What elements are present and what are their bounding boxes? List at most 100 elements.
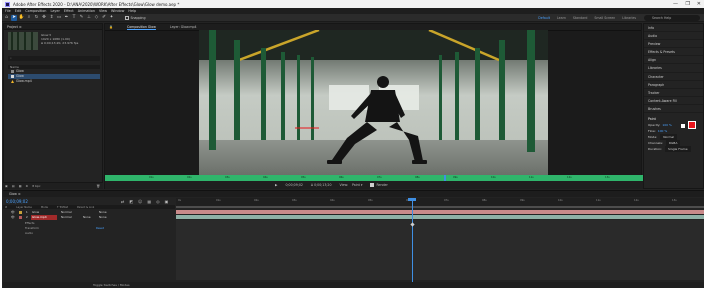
col-parent[interactable]: Parent & Link	[77, 206, 94, 209]
layer-bar-glow[interactable]	[176, 210, 704, 214]
panel-audio[interactable]: Audio	[644, 32, 703, 41]
trash-icon[interactable]: 🗑	[96, 184, 100, 188]
layer-bar-glow-mp4[interactable]	[176, 215, 704, 219]
layer-row-selected[interactable]: 👁 2 Glow.mp4 Normal None None	[3, 215, 175, 220]
transform-reset-link[interactable]: Reset	[96, 226, 104, 230]
view-dropdown[interactable]: Paint ▾	[352, 183, 363, 187]
panel-character[interactable]: Character	[644, 73, 703, 81]
layer-property-audio[interactable]: Audio	[25, 231, 33, 235]
menu-window[interactable]: Window	[111, 9, 124, 13]
home-icon[interactable]: ⌂	[4, 15, 10, 21]
pen-tool-icon[interactable]: ✒	[64, 15, 70, 21]
tab-composition[interactable]: Composition Glow	[126, 25, 156, 30]
orbit-camera-icon[interactable]: ↻	[34, 15, 40, 21]
comp-mini-flowchart-icon[interactable]: ⇄	[121, 199, 124, 204]
paint-duration-dropdown[interactable]: Single Frame	[665, 146, 691, 152]
snapping-checkbox[interactable]	[124, 15, 129, 20]
layer-parent-dropdown[interactable]: None	[99, 215, 107, 220]
menu-composition[interactable]: Composition	[25, 9, 46, 13]
workspace-small-screen[interactable]: Small Screen	[594, 16, 615, 20]
menu-view[interactable]: View	[99, 9, 107, 13]
workspace-libraries[interactable]: Libraries	[622, 16, 636, 20]
panel-preview[interactable]: Preview	[644, 40, 703, 49]
col-mode[interactable]: Mode	[41, 206, 48, 209]
layer-property-transform[interactable]: Transform	[25, 226, 39, 230]
playhead-line[interactable]	[412, 198, 413, 288]
panel-content-aware-fill[interactable]: Content-Aware Fill	[644, 97, 703, 105]
panel-tracker[interactable]: Tracker	[644, 89, 703, 97]
project-item[interactable]: Glow.mp4	[8, 79, 100, 84]
background-color-swatch[interactable]	[681, 124, 685, 128]
workspace-default[interactable]: Default	[538, 16, 550, 20]
foreground-color-swatch[interactable]	[688, 121, 696, 129]
play-button[interactable]: ▶	[275, 183, 277, 187]
panel-paragraph[interactable]: Paragraph	[644, 81, 703, 89]
close-button[interactable]: ✕	[697, 0, 701, 8]
panel-effects-presets[interactable]: Effects & Presets	[644, 48, 703, 57]
timeline-ruler[interactable]: 0s 01s 02s 03s 04s 05s 06s 07s 08s 09s 1…	[176, 198, 704, 206]
selection-tool-icon[interactable]: ➤	[11, 14, 17, 21]
ruler-tick: 11s	[596, 199, 601, 202]
project-search-input[interactable]: ⌕	[8, 56, 100, 61]
ruler-tick: 04s	[330, 199, 335, 202]
maximize-button[interactable]: ❐	[686, 0, 690, 8]
panel-align[interactable]: Align	[644, 56, 703, 65]
menu-effect[interactable]: Effect	[64, 9, 74, 13]
ruler-tick: 11s	[529, 176, 534, 179]
label-color-tag[interactable]	[18, 216, 22, 219]
layer-name[interactable]: Glow.mp4	[30, 215, 57, 220]
timeline-footer[interactable]: Toggle Switches / Modes	[3, 282, 704, 288]
layer-trkmat-dropdown[interactable]: None	[83, 215, 99, 220]
puppet-pin-icon[interactable]: ✦	[109, 15, 115, 21]
frame-blending-icon[interactable]: ▦	[147, 199, 151, 204]
minimize-button[interactable]: —	[673, 0, 678, 8]
zoom-tool-icon[interactable]: ⌕	[26, 15, 32, 21]
rectangle-tool-icon[interactable]: ▭	[56, 15, 62, 21]
menu-edit[interactable]: Edit	[15, 9, 22, 13]
graph-editor-icon[interactable]: ▣	[165, 199, 169, 204]
pan-camera-icon[interactable]: ✥	[41, 15, 47, 21]
draft-3d-icon[interactable]: ◩	[129, 199, 133, 204]
layer-property-effects[interactable]: Effects	[25, 221, 35, 225]
work-area-bar[interactable]	[176, 206, 704, 208]
lock-icon[interactable]: 🔒	[109, 25, 113, 29]
menu-file[interactable]: File	[5, 9, 11, 13]
workspace-standard[interactable]: Standard	[573, 16, 588, 20]
panel-brushes[interactable]: Brushes	[644, 105, 703, 114]
settings-icon[interactable]: ⚙	[26, 184, 29, 188]
new-comp-icon[interactable]: ▦	[19, 184, 22, 188]
roto-brush-icon[interactable]: ✐	[101, 15, 107, 21]
col-trkmat[interactable]: T TrkMat	[57, 206, 68, 209]
render-checkbox[interactable]	[370, 183, 375, 187]
timeline-current-time[interactable]: 0;00;09;02	[6, 199, 28, 204]
current-time[interactable]: 0;00;09;02	[285, 183, 302, 187]
bit-depth-label[interactable]: 8 bpc	[32, 184, 40, 188]
new-folder-icon[interactable]: ▤	[12, 184, 15, 188]
layer-mode-dropdown[interactable]: Normal	[61, 215, 83, 220]
shy-layers-icon[interactable]: ☺	[138, 199, 142, 204]
workspace-learn[interactable]: Learn	[557, 16, 566, 20]
hand-tool-icon[interactable]: ✋	[19, 15, 25, 21]
eraser-icon[interactable]: ◇	[94, 15, 100, 21]
menu-layer[interactable]: Layer	[50, 9, 59, 13]
label-color-tag[interactable]	[18, 211, 22, 214]
eye-icon[interactable]: 👁	[11, 215, 15, 220]
motion-blur-icon[interactable]: ◎	[156, 199, 160, 204]
menu-animation[interactable]: Animation	[78, 9, 95, 13]
col-layer-name[interactable]: Layer Name	[16, 206, 32, 209]
type-tool-icon[interactable]: T	[71, 15, 77, 21]
tab-layer[interactable]: Layer: Glow.mp4	[170, 25, 197, 29]
dolly-camera-icon[interactable]: ⇕	[49, 15, 55, 21]
menu-help[interactable]: Help	[128, 9, 136, 13]
clone-stamp-icon[interactable]: ⊥	[86, 15, 92, 21]
brush-tool-icon[interactable]: ✎	[79, 15, 85, 21]
project-tab[interactable]: Project ≡	[4, 24, 102, 30]
col-index[interactable]: #	[5, 206, 7, 209]
timeline-empty-area[interactable]	[176, 220, 704, 280]
panel-info[interactable]: Info	[644, 24, 703, 33]
panel-libraries[interactable]: Libraries	[644, 64, 703, 73]
video-frame[interactable]	[199, 30, 548, 175]
search-help-input[interactable]: Search Help	[644, 15, 700, 21]
interpret-footage-icon[interactable]: ▣	[5, 184, 8, 188]
timeline-tab[interactable]: Glow ≡	[3, 191, 704, 197]
